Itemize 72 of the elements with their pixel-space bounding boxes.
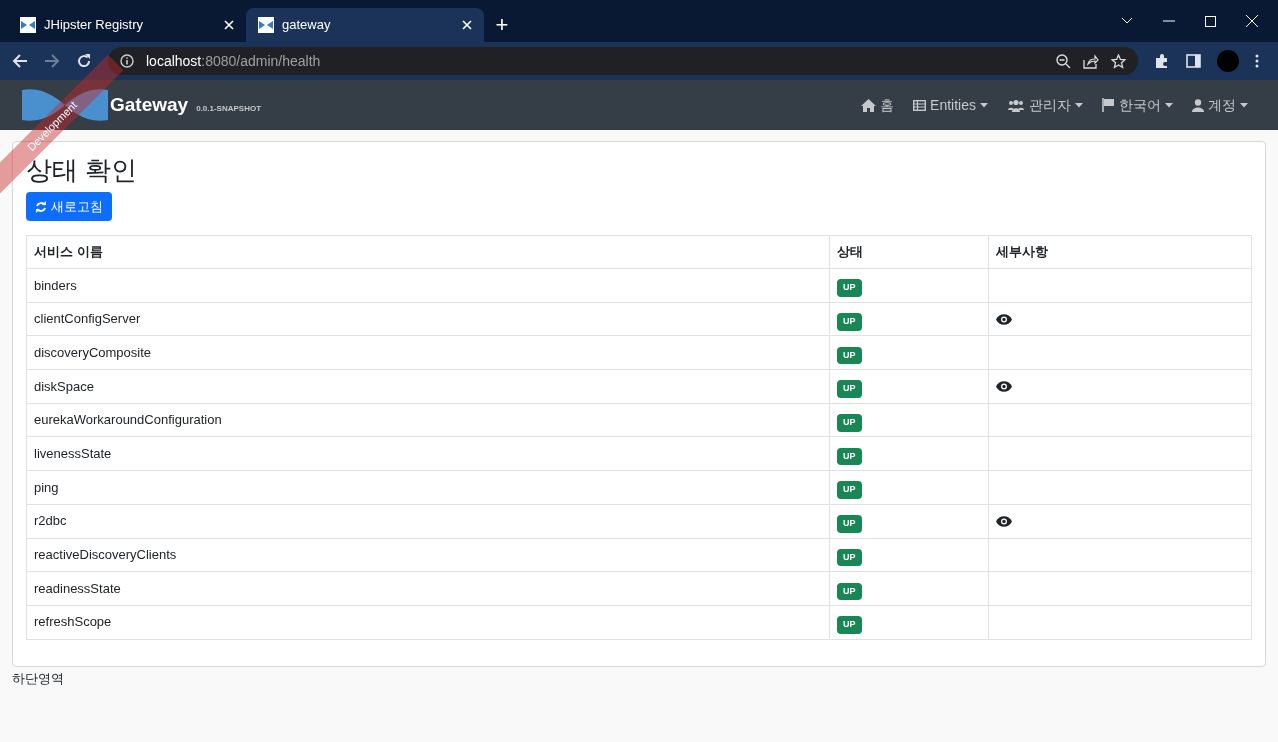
address-bar[interactable]: localhost:8080/admin/health [108,47,1138,75]
star-icon[interactable] [1111,53,1126,69]
table-cell: readinessState [26,571,830,606]
nav-menu-item[interactable]: Entities [913,94,988,116]
info-icon [120,54,134,68]
table-cell: refreshScope [26,605,830,640]
users-icon [1007,98,1025,112]
share-icon[interactable] [1083,53,1099,69]
status-badge: UP [837,414,862,432]
table-cell: reactiveDiscoveryClients [26,538,830,572]
column-header: 상태 [829,235,989,269]
column-header: 서비스 이름 [26,235,830,269]
caret-icon [1240,102,1248,108]
brand-name[interactable]: Gateway [110,90,189,120]
user-icon [1192,98,1204,112]
eye-icon[interactable] [996,515,1012,527]
status-badge: UP [837,548,862,567]
flag-icon [1102,98,1115,112]
maximize-icon[interactable] [1205,15,1216,27]
column-header: 세부사항 [988,235,1252,269]
puzzle-piece-icon[interactable] [1154,53,1170,69]
browser-tab[interactable]: JHipster Registry [8,8,246,42]
status-badge: UP [837,447,862,466]
reload-icon[interactable] [76,53,92,69]
refresh-icon [35,200,47,213]
status-badge: UP [837,616,862,634]
browser-tab[interactable]: gateway [246,8,484,42]
table-cell: r2dbc [26,504,830,538]
table-cell: clientConfigServer [26,302,830,336]
chevron-down-icon[interactable] [1121,17,1133,25]
tab-title: JHipster Registry [44,16,144,35]
nav-menu-item[interactable]: 관리자 [1007,94,1083,116]
status-badge: UP [837,313,862,331]
table-cell: ping [26,470,830,505]
table-cell: binders [26,268,830,303]
side-panel-icon[interactable] [1186,54,1201,68]
status-badge: UP [837,380,862,398]
eye-icon[interactable] [996,313,1012,325]
status-badge: UP [837,279,862,297]
close-icon[interactable] [1246,15,1258,27]
table-cell: diskSpace [26,369,830,404]
nav-menu-item[interactable]: 한국어 [1102,94,1173,116]
close-icon[interactable] [462,20,472,30]
caret-icon [980,102,988,108]
bow-logo-icon [20,17,36,33]
home-icon [861,98,877,112]
refresh-button[interactable]: 새로고침 [26,192,112,221]
status-badge: UP [837,515,862,533]
status-badge: UP [837,481,862,499]
caret-icon [1165,102,1173,108]
new-tab-button[interactable]: + [484,8,520,42]
zoom-out-icon[interactable] [1056,53,1071,69]
table-icon [913,99,927,111]
table-cell: discoveryComposite [26,335,830,370]
tab-title: gateway [282,16,332,35]
page-title: 상태 확인 [26,154,139,186]
caret-icon [1075,102,1083,108]
status-badge: UP [837,582,862,601]
footer-text: 하단영역 [12,669,65,688]
url-text: localhost:8080/admin/health [146,51,321,71]
table-cell: livenessState [26,436,830,471]
eye-icon[interactable] [996,380,1012,392]
status-badge: UP [837,346,862,365]
bow-logo-icon [258,17,274,33]
nav-menu-item[interactable]: 계정 [1192,94,1248,116]
table-cell: eurekaWorkaroundConfiguration [26,403,830,437]
version-label: 0.0.1-SNAPSHOT [196,103,262,115]
nav-menu-item[interactable]: 홈 [861,94,895,116]
back-arrow-icon[interactable] [12,53,28,69]
forward-arrow-icon[interactable] [44,53,60,69]
more-menu-icon[interactable] [1255,54,1259,68]
close-icon[interactable] [224,20,234,30]
